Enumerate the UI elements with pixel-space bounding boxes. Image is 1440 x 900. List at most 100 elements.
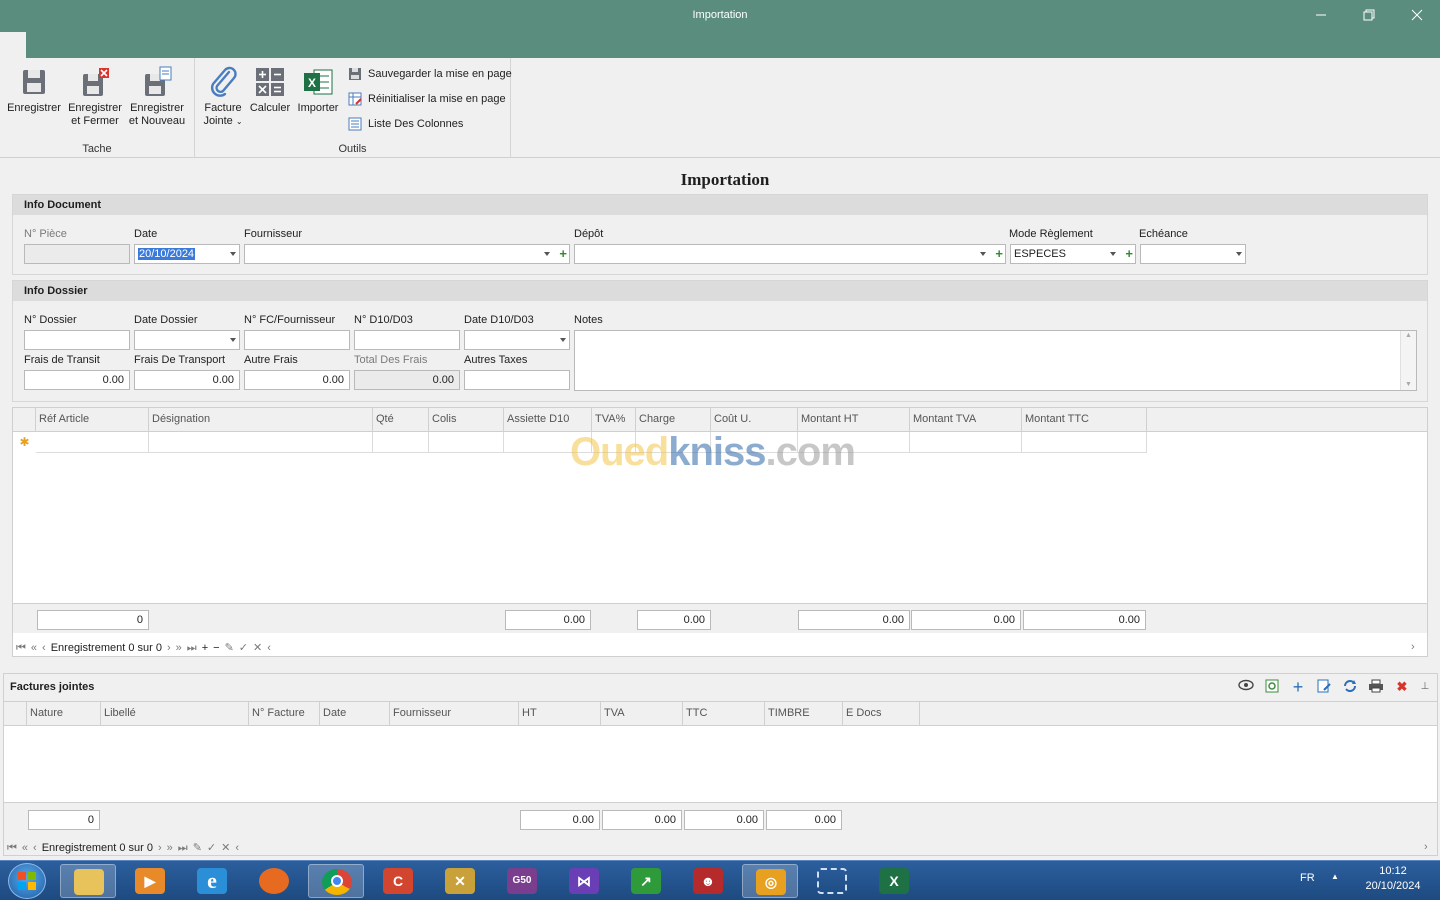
clock[interactable]: 10:12 20/10/2024 <box>1358 865 1428 892</box>
mode-reglement-field[interactable]: ESPECES + <box>1010 244 1136 264</box>
column-header[interactable]: Montant TTC <box>1022 408 1147 432</box>
edit-icon[interactable] <box>1315 678 1333 696</box>
column-header[interactable]: Qté <box>373 408 429 432</box>
chevron-down-icon[interactable] <box>560 338 566 342</box>
autre-frais-field[interactable]: 0.00 <box>244 370 350 390</box>
show-hidden-icons-icon[interactable]: ▲ <box>1331 872 1339 881</box>
column-header[interactable]: TTC <box>683 702 765 726</box>
edit-record-icon[interactable]: ✎ <box>193 842 202 854</box>
print-icon[interactable] <box>1367 678 1385 696</box>
scroll-left-icon[interactable]: ‹ <box>267 642 271 654</box>
last-record-icon[interactable]: ⏭ <box>187 642 197 654</box>
next-page-icon[interactable]: » <box>167 842 173 854</box>
enregistrer-fermer-button[interactable]: Enregistrer et Fermer <box>65 66 125 128</box>
minimize-button[interactable] <box>1298 0 1344 32</box>
grid-cell[interactable] <box>373 432 429 453</box>
reinitialiser-mise-en-page-button[interactable]: Réinitialiser la mise en page <box>348 91 506 109</box>
firefox-icon[interactable] <box>246 864 302 898</box>
column-header[interactable]: Montant HT <box>798 408 910 432</box>
column-header[interactable]: HT <box>519 702 601 726</box>
pin-icon[interactable]: ⊥ <box>1416 678 1434 696</box>
visual-studio-icon[interactable]: ⋈ <box>556 864 612 898</box>
cancel-icon[interactable]: ✕ <box>221 842 230 854</box>
add-record-icon[interactable]: + <box>202 642 208 654</box>
enregistrer-nouveau-button[interactable]: Enregistrer et Nouveau <box>127 66 187 128</box>
file-explorer-icon[interactable] <box>60 864 116 898</box>
chevron-down-icon[interactable] <box>980 252 986 256</box>
sauvegarder-mise-en-page-button[interactable]: Sauvegarder la mise en page <box>348 66 512 84</box>
first-record-icon[interactable]: ⏮ <box>16 642 26 654</box>
close-window-button[interactable] <box>1394 0 1440 32</box>
prev-record-icon[interactable]: ‹ <box>33 842 37 854</box>
n-dossier-field[interactable] <box>24 330 130 350</box>
internet-explorer-icon[interactable]: e <box>184 864 240 898</box>
chart-app-icon[interactable]: ↗ <box>618 864 674 898</box>
language-indicator[interactable]: FR <box>1300 872 1315 884</box>
grid-cell[interactable] <box>910 432 1022 453</box>
last-record-icon[interactable]: ⏭ <box>178 842 188 854</box>
excel-icon[interactable]: X <box>866 864 922 898</box>
chrome-icon[interactable] <box>308 864 364 898</box>
importer-button[interactable]: X Importer <box>295 66 341 115</box>
reload-icon[interactable] <box>1341 678 1359 696</box>
column-header[interactable]: TVA <box>601 702 683 726</box>
date-dossier-field[interactable] <box>134 330 240 350</box>
liste-des-colonnes-button[interactable]: Liste Des Colonnes <box>348 116 463 134</box>
column-header[interactable]: TIMBRE <box>765 702 843 726</box>
facture-jointe-button[interactable]: Facture Jointe ⌄ <box>200 66 246 128</box>
column-header[interactable]: Assiette D10 <box>504 408 592 432</box>
column-header[interactable]: Libellé <box>101 702 249 726</box>
pos-app-icon[interactable]: G50 <box>494 864 550 898</box>
scroll-right-icon[interactable]: › <box>1411 641 1415 657</box>
date-field[interactable]: 20/10/2024 <box>134 244 240 264</box>
column-header[interactable]: Montant TVA <box>910 408 1022 432</box>
prev-page-icon[interactable]: « <box>22 842 28 854</box>
column-header[interactable]: N° Facture <box>249 702 320 726</box>
confirm-icon[interactable]: ✓ <box>239 642 248 654</box>
windows-start-icon[interactable] <box>8 863 46 899</box>
date-d10-field[interactable] <box>464 330 570 350</box>
column-header[interactable]: TVA% <box>592 408 636 432</box>
confirm-icon[interactable]: ✓ <box>207 842 216 854</box>
add-icon[interactable]: + <box>995 245 1003 263</box>
column-header[interactable]: Fournisseur <box>390 702 519 726</box>
add-icon[interactable]: + <box>1289 678 1307 696</box>
column-header[interactable]: Coût U. <box>711 408 798 432</box>
team-app-icon[interactable]: ☻ <box>680 864 736 898</box>
delete-icon[interactable]: ✖ <box>1393 678 1411 696</box>
frais-transport-field[interactable]: 0.00 <box>134 370 240 390</box>
depot-field[interactable]: + <box>574 244 1006 264</box>
edit-record-icon[interactable]: ✎ <box>225 642 234 654</box>
chevron-down-icon[interactable] <box>1110 252 1116 256</box>
ccleaner-icon[interactable]: C <box>370 864 426 898</box>
prev-page-icon[interactable]: « <box>31 642 37 654</box>
screenshot-icon[interactable] <box>804 864 860 898</box>
calculer-button[interactable]: Calculer <box>248 66 292 115</box>
cancel-icon[interactable]: ✕ <box>253 642 262 654</box>
notes-scrollbar[interactable]: ▲ ▼ <box>1400 331 1416 390</box>
chevron-down-icon[interactable] <box>544 252 550 256</box>
column-header[interactable]: Nature <box>27 702 101 726</box>
echeance-field[interactable] <box>1140 244 1246 264</box>
column-header[interactable]: Colis <box>429 408 504 432</box>
n-d10-field[interactable] <box>354 330 460 350</box>
prev-record-icon[interactable]: ‹ <box>42 642 46 654</box>
enregistrer-button[interactable]: Enregistrer <box>4 66 64 115</box>
column-header[interactable]: Désignation <box>149 408 373 432</box>
add-icon[interactable]: + <box>1125 245 1133 263</box>
scroll-up-icon[interactable]: ▲ <box>1401 331 1416 341</box>
media-player-icon[interactable]: ▶ <box>122 864 178 898</box>
remove-record-icon[interactable]: − <box>213 642 219 654</box>
first-record-icon[interactable]: ⏮ <box>7 842 17 854</box>
column-header[interactable]: E Docs <box>843 702 920 726</box>
refresh-list-icon[interactable] <box>1263 678 1281 696</box>
notes-textarea[interactable]: ▲ ▼ <box>574 330 1417 391</box>
eye-icon[interactable] <box>1237 678 1255 696</box>
chevron-down-icon[interactable] <box>1236 252 1242 256</box>
erp-app-icon[interactable]: ◎ <box>742 864 798 898</box>
fournisseur-field[interactable]: + <box>244 244 570 264</box>
chevron-down-icon[interactable] <box>230 338 236 342</box>
chevron-down-icon[interactable] <box>230 252 236 256</box>
next-record-icon[interactable]: › <box>167 642 171 654</box>
grid-cell[interactable] <box>36 432 149 453</box>
